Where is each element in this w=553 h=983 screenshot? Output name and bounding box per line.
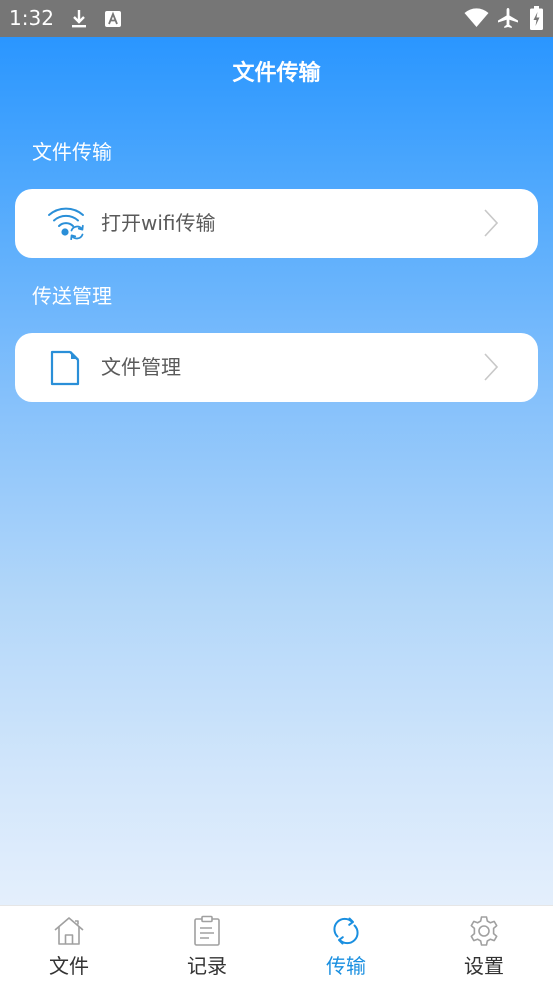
- nav-item-files[interactable]: 文件: [0, 906, 138, 983]
- a-notification-icon: [105, 11, 121, 27]
- nav-label-settings: 设置: [464, 954, 504, 978]
- section-label-transfer-management: 传送管理: [32, 284, 112, 308]
- bottom-navigation: 文件 记录 传输 设置: [0, 905, 553, 983]
- chevron-right-icon: [484, 209, 498, 237]
- file-management-item[interactable]: 文件管理: [15, 333, 538, 402]
- file-icon: [50, 350, 80, 386]
- nav-item-settings[interactable]: 设置: [415, 906, 553, 983]
- main-content: 文件传输 文件传输 打开wifi传输 传送管理 文件管理: [0, 37, 553, 905]
- page-title: 文件传输: [232, 61, 321, 86]
- home-icon: [54, 917, 84, 945]
- nav-label-files: 文件: [49, 954, 89, 978]
- nav-item-transfer[interactable]: 传输: [277, 906, 415, 983]
- wifi-icon: [464, 8, 489, 27]
- nav-label-transfer: 传输: [326, 954, 366, 978]
- section-label-file-transfer: 文件传输: [32, 140, 112, 164]
- chevron-right-icon: [484, 353, 498, 381]
- file-management-label: 文件管理: [101, 355, 181, 379]
- gear-icon: [470, 916, 498, 946]
- open-wifi-transfer-label: 打开wifi传输: [101, 211, 216, 235]
- download-icon: [72, 10, 86, 28]
- open-wifi-transfer-item[interactable]: 打开wifi传输: [15, 189, 538, 258]
- wifi-transfer-icon: [48, 207, 84, 240]
- nav-item-records[interactable]: 记录: [138, 906, 276, 983]
- battery-charging-icon: [530, 6, 543, 30]
- status-bar: 1:32: [0, 0, 553, 37]
- clipboard-icon: [194, 915, 220, 946]
- airplane-mode-icon: [498, 8, 518, 28]
- app-screen: 1:32 文件传输 文件传输 打开wifi传输 传送管理 文件管理 文件 记录 …: [0, 0, 553, 983]
- status-time: 1:32: [9, 6, 54, 30]
- nav-label-records: 记录: [187, 954, 227, 978]
- sync-icon: [333, 917, 359, 945]
